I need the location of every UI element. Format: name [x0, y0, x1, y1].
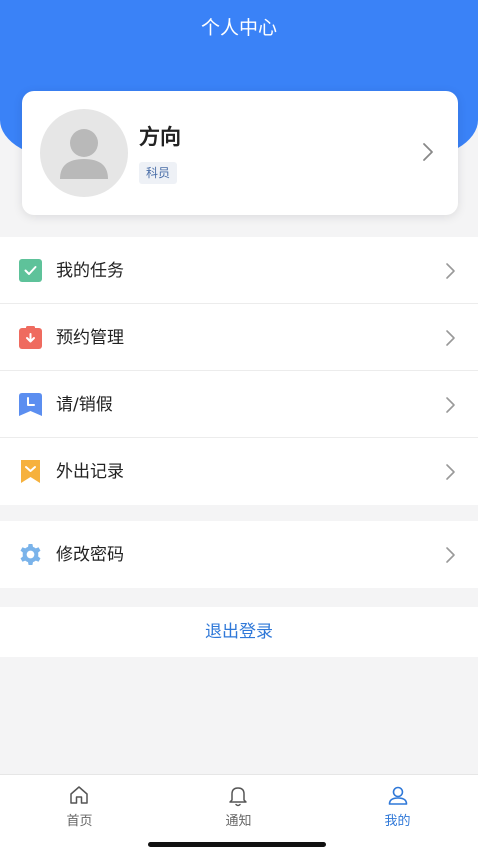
- tab-label: 我的: [384, 814, 411, 829]
- chevron-right-icon: [446, 547, 455, 563]
- tab-label: 首页: [66, 814, 93, 829]
- role-badge: 科员: [139, 162, 178, 184]
- page-title: 个人中心: [200, 17, 277, 39]
- bottom-tab-bar: 首页 通知 我的: [0, 774, 478, 850]
- menu-label: 预约管理: [56, 328, 124, 348]
- user-icon: [388, 786, 408, 805]
- avatar: [40, 109, 128, 197]
- menu-item-my-tasks[interactable]: 我的任务: [0, 237, 478, 304]
- menu-item-change-password[interactable]: 修改密码: [0, 521, 478, 588]
- menu-label: 外出记录: [56, 462, 124, 482]
- logout-button[interactable]: 退出登录: [0, 607, 478, 657]
- menu-item-leave[interactable]: 请/销假: [0, 371, 478, 438]
- chevron-right-icon: [446, 330, 455, 346]
- appointment-icon: [19, 326, 42, 349]
- home-icon: [70, 786, 88, 804]
- outing-record-icon: [21, 460, 40, 483]
- menu-group-settings: 修改密码: [0, 521, 478, 588]
- tab-label: 通知: [225, 814, 252, 829]
- gear-icon: [20, 543, 41, 566]
- menu-label: 修改密码: [56, 545, 124, 565]
- chevron-right-icon: [446, 397, 455, 413]
- chevron-right-icon: [446, 263, 455, 279]
- chevron-right-icon: [446, 464, 455, 480]
- chevron-right-icon: [423, 143, 433, 161]
- tab-home[interactable]: 首页: [0, 775, 159, 839]
- leave-clock-icon: [19, 393, 42, 416]
- menu-group-main: 我的任务 预约管理 请/销假 外出记录: [0, 237, 478, 505]
- home-indicator: [148, 842, 326, 847]
- profile-card[interactable]: 方向 科员: [22, 91, 458, 215]
- user-name: 方向: [139, 125, 181, 149]
- avatar-placeholder-icon: [60, 129, 108, 179]
- tab-mine[interactable]: 我的: [318, 775, 477, 839]
- menu-label: 我的任务: [56, 261, 124, 281]
- menu-item-appointments[interactable]: 预约管理: [0, 304, 478, 371]
- menu-label: 请/销假: [56, 395, 113, 415]
- bell-icon: [229, 787, 247, 807]
- task-check-icon: [19, 259, 42, 282]
- menu-item-outing-records[interactable]: 外出记录: [0, 438, 478, 505]
- tab-notifications[interactable]: 通知: [159, 775, 318, 839]
